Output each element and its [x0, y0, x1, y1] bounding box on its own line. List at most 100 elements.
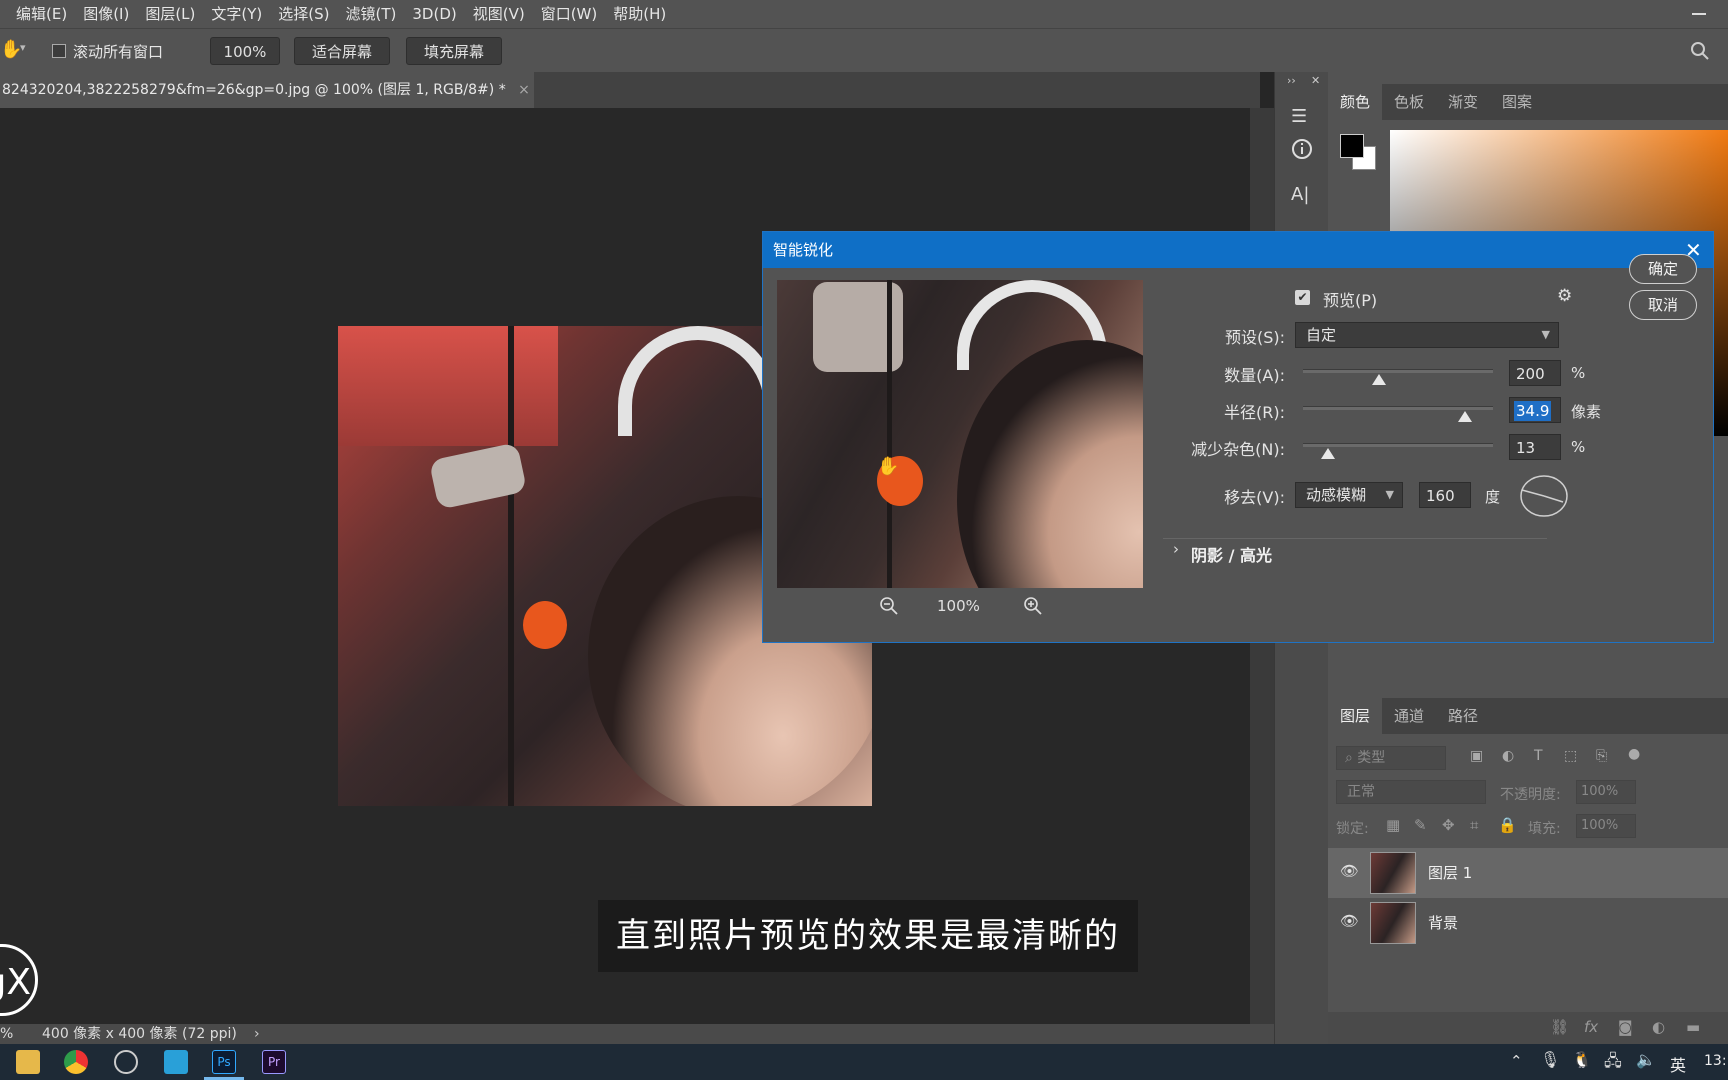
fill-field[interactable]: 100%	[1576, 814, 1636, 838]
filter-toggle-icon[interactable]: ●	[1628, 746, 1640, 762]
link-layers-icon[interactable]: ⛓	[1550, 1018, 1569, 1036]
menu-view[interactable]: 视图(V)	[465, 0, 533, 28]
menu-edit[interactable]: 编辑(E)	[8, 0, 75, 28]
lock-transparency-icon[interactable]: ▦	[1386, 816, 1400, 834]
search-icon[interactable]	[1690, 41, 1710, 61]
menu-help[interactable]: 帮助(H)	[605, 0, 674, 28]
ok-button[interactable]: 确定	[1629, 254, 1697, 284]
layer-row[interactable]: 👁 图层 1	[1328, 848, 1728, 898]
reduce-noise-slider-thumb[interactable]	[1320, 448, 1335, 459]
collapse-panels-icon[interactable]: ››	[1287, 74, 1296, 87]
shadows-highlights-label[interactable]: 阴影 / 高光	[1191, 542, 1272, 566]
file-explorer-icon[interactable]	[16, 1050, 40, 1074]
visibility-eye-icon[interactable]: 👁	[1340, 912, 1359, 930]
character-icon[interactable]: A|	[1291, 184, 1309, 205]
close-panels-icon[interactable]: ✕	[1311, 74, 1320, 87]
photoshop-icon[interactable]: Ps	[212, 1050, 236, 1074]
reduce-noise-field[interactable]: 13	[1509, 434, 1561, 460]
amount-slider-thumb[interactable]	[1372, 374, 1386, 385]
lock-position-icon[interactable]: ✥	[1442, 816, 1455, 834]
zoom-out-icon[interactable]	[879, 596, 899, 616]
visibility-eye-icon[interactable]: 👁	[1340, 862, 1359, 880]
history-icon[interactable]: ☰	[1291, 106, 1307, 127]
filter-shape-icon[interactable]: ⬚	[1564, 748, 1577, 764]
layer-name[interactable]: 背景	[1428, 912, 1458, 933]
ime-indicator[interactable]: 英	[1670, 1052, 1686, 1076]
filter-pixel-icon[interactable]: ▣	[1470, 748, 1483, 764]
document-tab[interactable]: 824320204,3822258279&fm=26&gp=0.jpg @ 10…	[0, 72, 534, 108]
volume-icon[interactable]: 🔈	[1636, 1050, 1656, 1069]
fx-icon[interactable]: fx	[1584, 1018, 1598, 1036]
tab-channels[interactable]: 通道	[1382, 698, 1436, 734]
tab-layers[interactable]: 图层	[1328, 698, 1383, 734]
new-group-icon[interactable]: ▬	[1686, 1018, 1700, 1036]
menu-filter[interactable]: 滤镜(T)	[338, 0, 405, 28]
lock-all-icon[interactable]: 🔒	[1498, 816, 1517, 834]
menu-window[interactable]: 窗口(W)	[533, 0, 606, 28]
layer-row[interactable]: 👁 背景	[1328, 898, 1728, 948]
cancel-button[interactable]: 取消	[1629, 290, 1697, 320]
tab-swatches[interactable]: 色板	[1382, 84, 1436, 120]
layer-filter-select[interactable]: ⌕ 类型	[1336, 746, 1446, 770]
expand-chevron-icon[interactable]: ›	[1173, 540, 1179, 558]
radius-label: 半径(R):	[1224, 403, 1285, 422]
app-icon[interactable]	[114, 1050, 138, 1074]
settings-gear-icon[interactable]: ⚙	[1557, 286, 1572, 306]
angle-field[interactable]: 160	[1419, 482, 1471, 508]
network-icon[interactable]: 🖧	[1604, 1050, 1622, 1077]
menu-type[interactable]: 文字(Y)	[203, 0, 270, 28]
microphone-icon[interactable]: 🎙	[1540, 1050, 1560, 1069]
blend-mode-select[interactable]: 正常	[1336, 780, 1486, 804]
fill-screen-button[interactable]: 填充屏幕	[406, 37, 502, 65]
chrome-icon[interactable]	[64, 1050, 88, 1074]
info-icon[interactable]	[1291, 138, 1313, 160]
adjustment-layer-icon[interactable]: ◐	[1652, 1018, 1665, 1036]
fit-screen-button[interactable]: 适合屏幕	[294, 37, 390, 65]
reduce-noise-slider-track[interactable]	[1303, 443, 1493, 447]
radius-field[interactable]: 34.9	[1509, 397, 1561, 423]
filter-adjustment-icon[interactable]: ◐	[1502, 748, 1514, 764]
tab-patterns[interactable]: 图案	[1490, 84, 1544, 120]
radius-unit: 像素	[1571, 403, 1602, 421]
qq-icon[interactable]: 🐧	[1572, 1050, 1592, 1069]
amount-slider-track[interactable]	[1303, 369, 1493, 373]
layers-panel-tabs: 图层 通道 路径	[1328, 698, 1728, 734]
tab-color[interactable]: 颜色	[1328, 84, 1383, 120]
menu-layer[interactable]: 图层(L)	[137, 0, 203, 28]
status-menu-arrow-icon[interactable]: ›	[254, 1024, 260, 1044]
layer-thumbnail	[1370, 852, 1416, 894]
foreground-color-swatch[interactable]	[1340, 134, 1364, 158]
menu-image[interactable]: 图像(I)	[75, 0, 137, 28]
amount-field[interactable]: 200	[1509, 360, 1561, 386]
filter-type-icon[interactable]: T	[1534, 748, 1543, 764]
zoom-100-button[interactable]: 100%	[210, 37, 280, 65]
dialog-preview-image[interactable]: ✋	[777, 280, 1143, 588]
tab-gradients[interactable]: 渐变	[1436, 84, 1490, 120]
add-mask-icon[interactable]: ◙	[1618, 1018, 1633, 1036]
minimize-button[interactable]	[1692, 13, 1706, 15]
document-tab-bar: 824320204,3822258279&fm=26&gp=0.jpg @ 10…	[0, 72, 1260, 108]
menu-select[interactable]: 选择(S)	[270, 0, 337, 28]
tab-paths[interactable]: 路径	[1436, 698, 1490, 734]
premiere-icon[interactable]: Pr	[262, 1050, 286, 1074]
lock-label: 锁定:	[1336, 821, 1369, 837]
remove-label: 移去(V):	[1224, 488, 1285, 507]
radius-slider-thumb[interactable]	[1457, 411, 1472, 422]
tray-chevron-up-icon[interactable]: ⌃	[1510, 1052, 1523, 1070]
filter-smart-object-icon[interactable]: ⎘	[1596, 748, 1607, 764]
scroll-all-checkbox[interactable]	[52, 44, 66, 58]
radius-slider-track[interactable]	[1303, 406, 1493, 410]
lock-artboard-icon[interactable]: ⌗	[1470, 816, 1478, 834]
zoom-in-icon[interactable]	[1023, 596, 1043, 616]
remove-blur-select[interactable]: 动感模糊 ▼	[1295, 482, 1403, 508]
preset-dropdown[interactable]: 自定 ▼	[1295, 322, 1559, 348]
lock-pixels-icon[interactable]: ✎	[1414, 816, 1427, 834]
preview-checkbox[interactable]: ✔	[1295, 290, 1310, 305]
close-tab-icon[interactable]: ×	[518, 82, 530, 98]
app-window-icon[interactable]	[164, 1050, 188, 1074]
menu-3d[interactable]: 3D(D)	[404, 0, 464, 28]
layer-name[interactable]: 图层 1	[1428, 862, 1472, 883]
angle-dial[interactable]	[1519, 474, 1569, 518]
opacity-field[interactable]: 100%	[1576, 780, 1636, 804]
tool-preset-dropdown-icon[interactable]: ▾	[20, 41, 26, 54]
